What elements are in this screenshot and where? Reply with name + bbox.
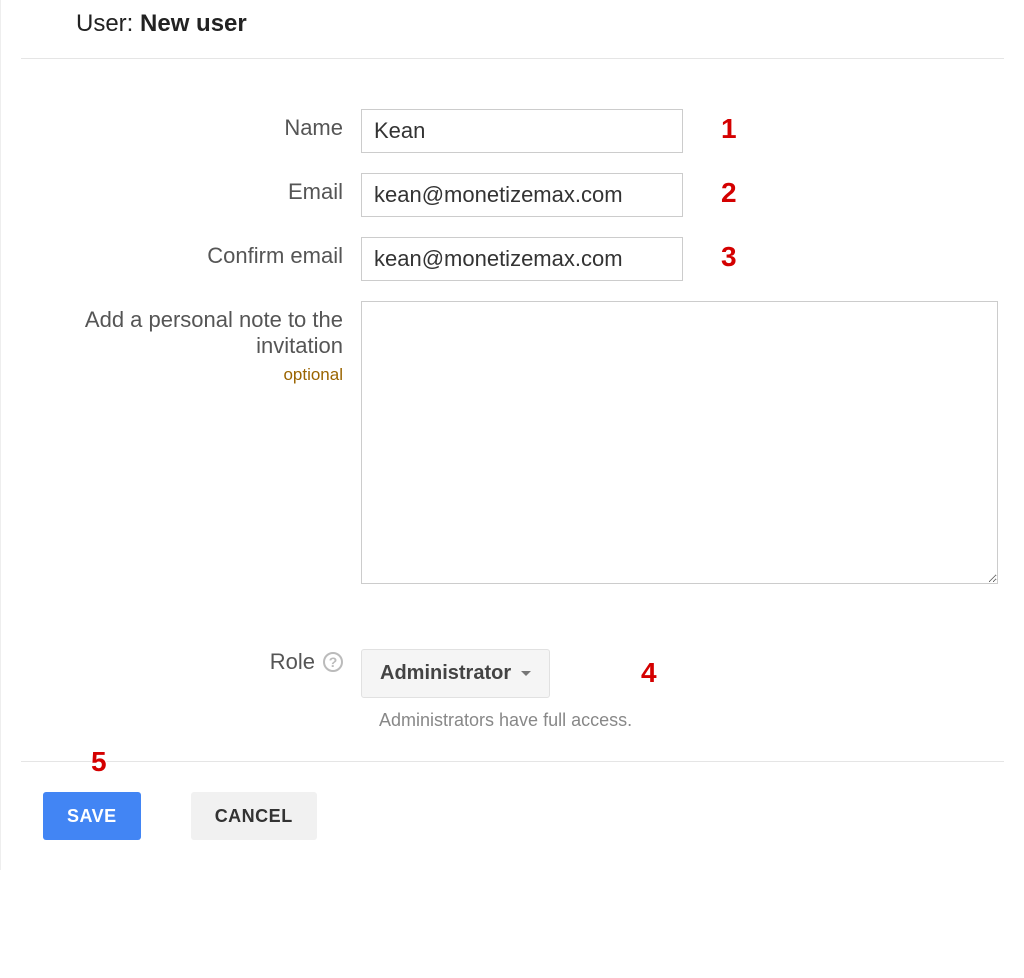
name-input[interactable]	[361, 109, 683, 153]
save-button[interactable]: SAVE	[43, 792, 141, 840]
annotation-2: 2	[721, 177, 737, 209]
button-row: 5 SAVE CANCEL	[21, 761, 1004, 840]
confirm-email-label: Confirm email	[21, 237, 361, 269]
chevron-down-icon	[521, 671, 531, 676]
page-title-value: New user	[140, 10, 247, 37]
note-textarea[interactable]	[361, 301, 998, 584]
email-input[interactable]	[361, 173, 683, 217]
role-dropdown[interactable]: Administrator	[361, 649, 550, 698]
note-label-col: Add a personal note to the invitation op…	[21, 301, 361, 385]
annotation-1: 1	[721, 113, 737, 145]
annotation-3: 3	[721, 241, 737, 273]
page-title: User: New user	[76, 10, 1004, 38]
name-row: Name 1	[21, 109, 1004, 153]
annotation-4: 4	[641, 657, 657, 689]
name-label: Name	[21, 109, 361, 141]
confirm-email-input[interactable]	[361, 237, 683, 281]
cancel-button[interactable]: CANCEL	[191, 792, 317, 840]
note-label: Add a personal note to the invitation	[85, 307, 343, 358]
role-label: Role	[270, 649, 315, 675]
email-label: Email	[21, 173, 361, 205]
role-selected-value: Administrator	[380, 662, 511, 685]
role-label-wrap: Role ?	[21, 649, 361, 675]
role-row: Role ? Administrator 4	[21, 649, 1004, 698]
email-row: Email 2	[21, 173, 1004, 217]
role-description: Administrators have full access.	[379, 710, 1004, 731]
annotation-5: 5	[91, 746, 107, 778]
page-title-prefix: User:	[76, 10, 133, 37]
confirm-email-row: Confirm email 3	[21, 237, 1004, 281]
note-optional-label: optional	[21, 365, 343, 385]
help-icon[interactable]: ?	[323, 652, 343, 672]
note-row: Add a personal note to the invitation op…	[21, 301, 1004, 589]
header-divider	[21, 58, 1004, 59]
